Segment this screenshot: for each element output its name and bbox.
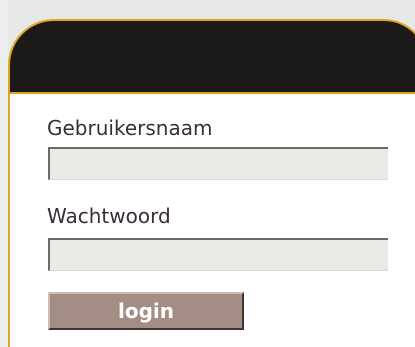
password-label: Wachtwoord [47,204,171,228]
login-panel-header [8,19,415,94]
login-button[interactable]: login [48,292,244,330]
page: Gebruikersnaam Wachtwoord login [0,0,415,347]
page-margin [0,0,8,347]
password-input[interactable] [48,238,388,271]
username-input[interactable] [48,147,388,180]
username-label: Gebruikersnaam [47,116,213,140]
